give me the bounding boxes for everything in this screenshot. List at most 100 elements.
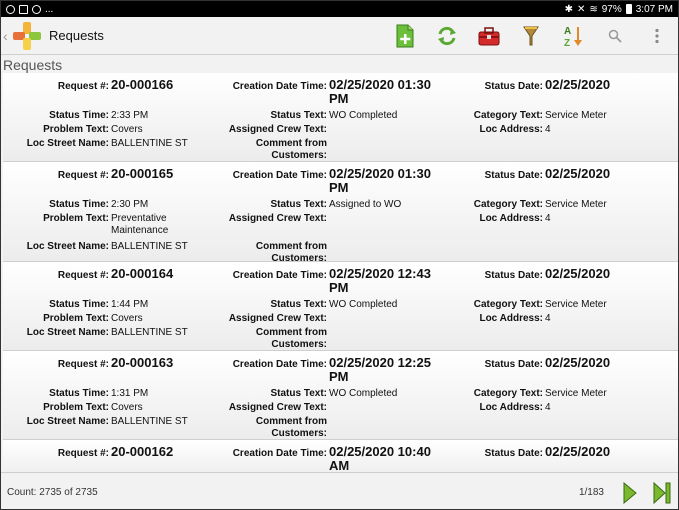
problem-text-label: Problem Text: — [43, 313, 109, 324]
status-time-label: Status Time: — [49, 299, 109, 310]
status-text-label: Status Text: — [270, 199, 328, 210]
status-time: 1:44 PM — [111, 299, 149, 310]
loc-street-label: Loc Street Name: — [26, 416, 109, 427]
category-text: Service Meter — [545, 199, 607, 210]
system-status-bar: ... ✱ ✕ ≋ 97% 3:07 PM — [1, 1, 678, 17]
problem-text-label: Problem Text: — [43, 213, 109, 224]
comment-label-line2: Customers: — [271, 428, 327, 439]
problem-text-line1: Covers — [111, 313, 143, 324]
footer-bar: Count: 2735 of 2735 1/183 — [1, 472, 678, 509]
creation-date-label: Creation Date Time: — [232, 359, 327, 370]
add-document-icon — [396, 24, 414, 48]
refresh-button[interactable] — [426, 17, 468, 55]
bluetooth-icon: ✱ — [564, 3, 573, 15]
status-ellipsis: ... — [45, 3, 54, 15]
status-left: ... — [6, 4, 53, 15]
loc-street-label: Loc Street Name: — [26, 327, 109, 338]
request-number-label: Request #: — [57, 81, 109, 92]
status-text: WO Completed — [329, 299, 398, 310]
assigned-crew-label: Assigned Crew Text: — [228, 402, 327, 413]
next-page-button[interactable] — [614, 473, 646, 509]
refresh-icon — [438, 26, 456, 46]
creation-date-line1: 02/25/2020 01:30 — [329, 166, 431, 181]
loc-street-label: Loc Street Name: — [26, 138, 109, 149]
comment-label-line1: Comment from — [255, 241, 327, 252]
problem-text-line1: Preventative — [111, 213, 167, 224]
overflow-menu-icon — [655, 28, 659, 44]
svg-text:Z: Z — [564, 38, 570, 48]
app-window: ... ✱ ✕ ≋ 97% 3:07 PM ‹ Requests A Z Req… — [0, 0, 679, 510]
sort-button[interactable]: A Z — [552, 17, 594, 55]
creation-date-label: Creation Date Time: — [232, 170, 327, 181]
assigned-crew-label: Assigned Crew Text: — [228, 313, 327, 324]
problem-text-line1: Covers — [111, 402, 143, 413]
request-number: 20-000166 — [111, 77, 174, 92]
status-date: 02/25/2020 — [545, 266, 611, 281]
comment-label-line2: Customers: — [271, 150, 327, 161]
loc-street: BALLENTINE ST — [111, 327, 188, 338]
request-record[interactable]: Request #: 20-000164 Creation Date Time: 02… — [3, 262, 678, 351]
creation-date-line2: PM — [329, 180, 349, 195]
skip-to-end-icon — [653, 481, 671, 504]
creation-date-line2: AM — [329, 458, 350, 473]
status-date-label: Status Date: — [484, 81, 543, 92]
notification-icon — [6, 4, 15, 14]
problem-text-line1: Covers — [111, 124, 143, 135]
request-record[interactable]: Request #: 20-000163 Creation Date Time: 02… — [3, 351, 678, 440]
toolbox-button[interactable] — [468, 17, 510, 55]
app-logo-icon[interactable] — [11, 20, 43, 52]
loc-street-label: Loc Street Name: — [26, 241, 109, 252]
loc-address-label: Loc Address: — [479, 402, 543, 413]
status-time-label: Status Time: — [49, 199, 109, 210]
filter-button[interactable] — [510, 17, 552, 55]
app-bar: ‹ Requests A Z — [1, 17, 678, 55]
problem-text-line2: Maintenance — [111, 225, 169, 236]
request-list[interactable]: Request #: 20-000166 Creation Date Time: 02… — [3, 73, 678, 472]
last-page-button[interactable] — [646, 473, 678, 509]
request-record[interactable]: Request #: 20-000165 Creation Date Time: 02… — [3, 162, 678, 264]
status-date: 02/25/2020 — [545, 166, 611, 181]
status-text-label: Status Text: — [270, 388, 328, 399]
comment-label-line1: Comment from — [255, 327, 327, 338]
problem-text-label: Problem Text: — [43, 124, 109, 135]
loc-street: BALLENTINE ST — [111, 138, 188, 149]
status-date-label: Status Date: — [484, 170, 543, 181]
request-number: 20-000165 — [111, 166, 174, 181]
category-text-label: Category Text: — [473, 388, 543, 399]
creation-date-line2: PM — [329, 280, 349, 295]
sort-az-icon: A Z — [564, 26, 582, 48]
back-chevron-icon[interactable]: ‹ — [3, 28, 9, 44]
app-title: Requests — [49, 28, 104, 43]
request-record[interactable]: Request #: 20-000162 Creation Date Time: 02… — [3, 440, 678, 472]
status-text-label: Status Text: — [270, 110, 328, 121]
play-next-icon — [623, 481, 637, 504]
mail-icon — [19, 4, 28, 14]
status-date: 02/25/2020 — [545, 355, 611, 370]
overflow-menu-button[interactable] — [636, 17, 678, 55]
filter-icon — [523, 26, 539, 46]
comment-label-line1: Comment from — [255, 416, 327, 427]
status-text-label: Status Text: — [270, 299, 328, 310]
status-date: 02/25/2020 — [545, 77, 611, 92]
creation-date-label: Creation Date Time: — [232, 448, 327, 459]
search-icon — [608, 29, 622, 43]
wifi-icon: ≋ — [589, 3, 598, 15]
status-time: 2:33 PM — [111, 110, 149, 121]
add-document-button[interactable] — [384, 17, 426, 55]
creation-date-label: Creation Date Time: — [232, 81, 327, 92]
status-time-label: Status Time: — [49, 388, 109, 399]
assigned-crew-label: Assigned Crew Text: — [228, 124, 327, 135]
loc-address: 4 — [545, 313, 551, 324]
search-button[interactable] — [594, 17, 636, 55]
toolbox-icon — [478, 27, 500, 46]
status-text: Assigned to WO — [329, 199, 402, 210]
problem-text-label: Problem Text: — [43, 402, 109, 413]
status-date-label: Status Date: — [484, 270, 543, 281]
toolbar: A Z — [384, 17, 678, 55]
loc-street: BALLENTINE ST — [111, 241, 188, 252]
creation-date-line2: PM — [329, 91, 349, 106]
request-number: 20-000162 — [111, 444, 174, 459]
request-number-label: Request #: — [57, 448, 109, 459]
request-number: 20-000164 — [111, 266, 174, 281]
request-record[interactable]: Request #: 20-000166 Creation Date Time: 02… — [3, 73, 678, 162]
